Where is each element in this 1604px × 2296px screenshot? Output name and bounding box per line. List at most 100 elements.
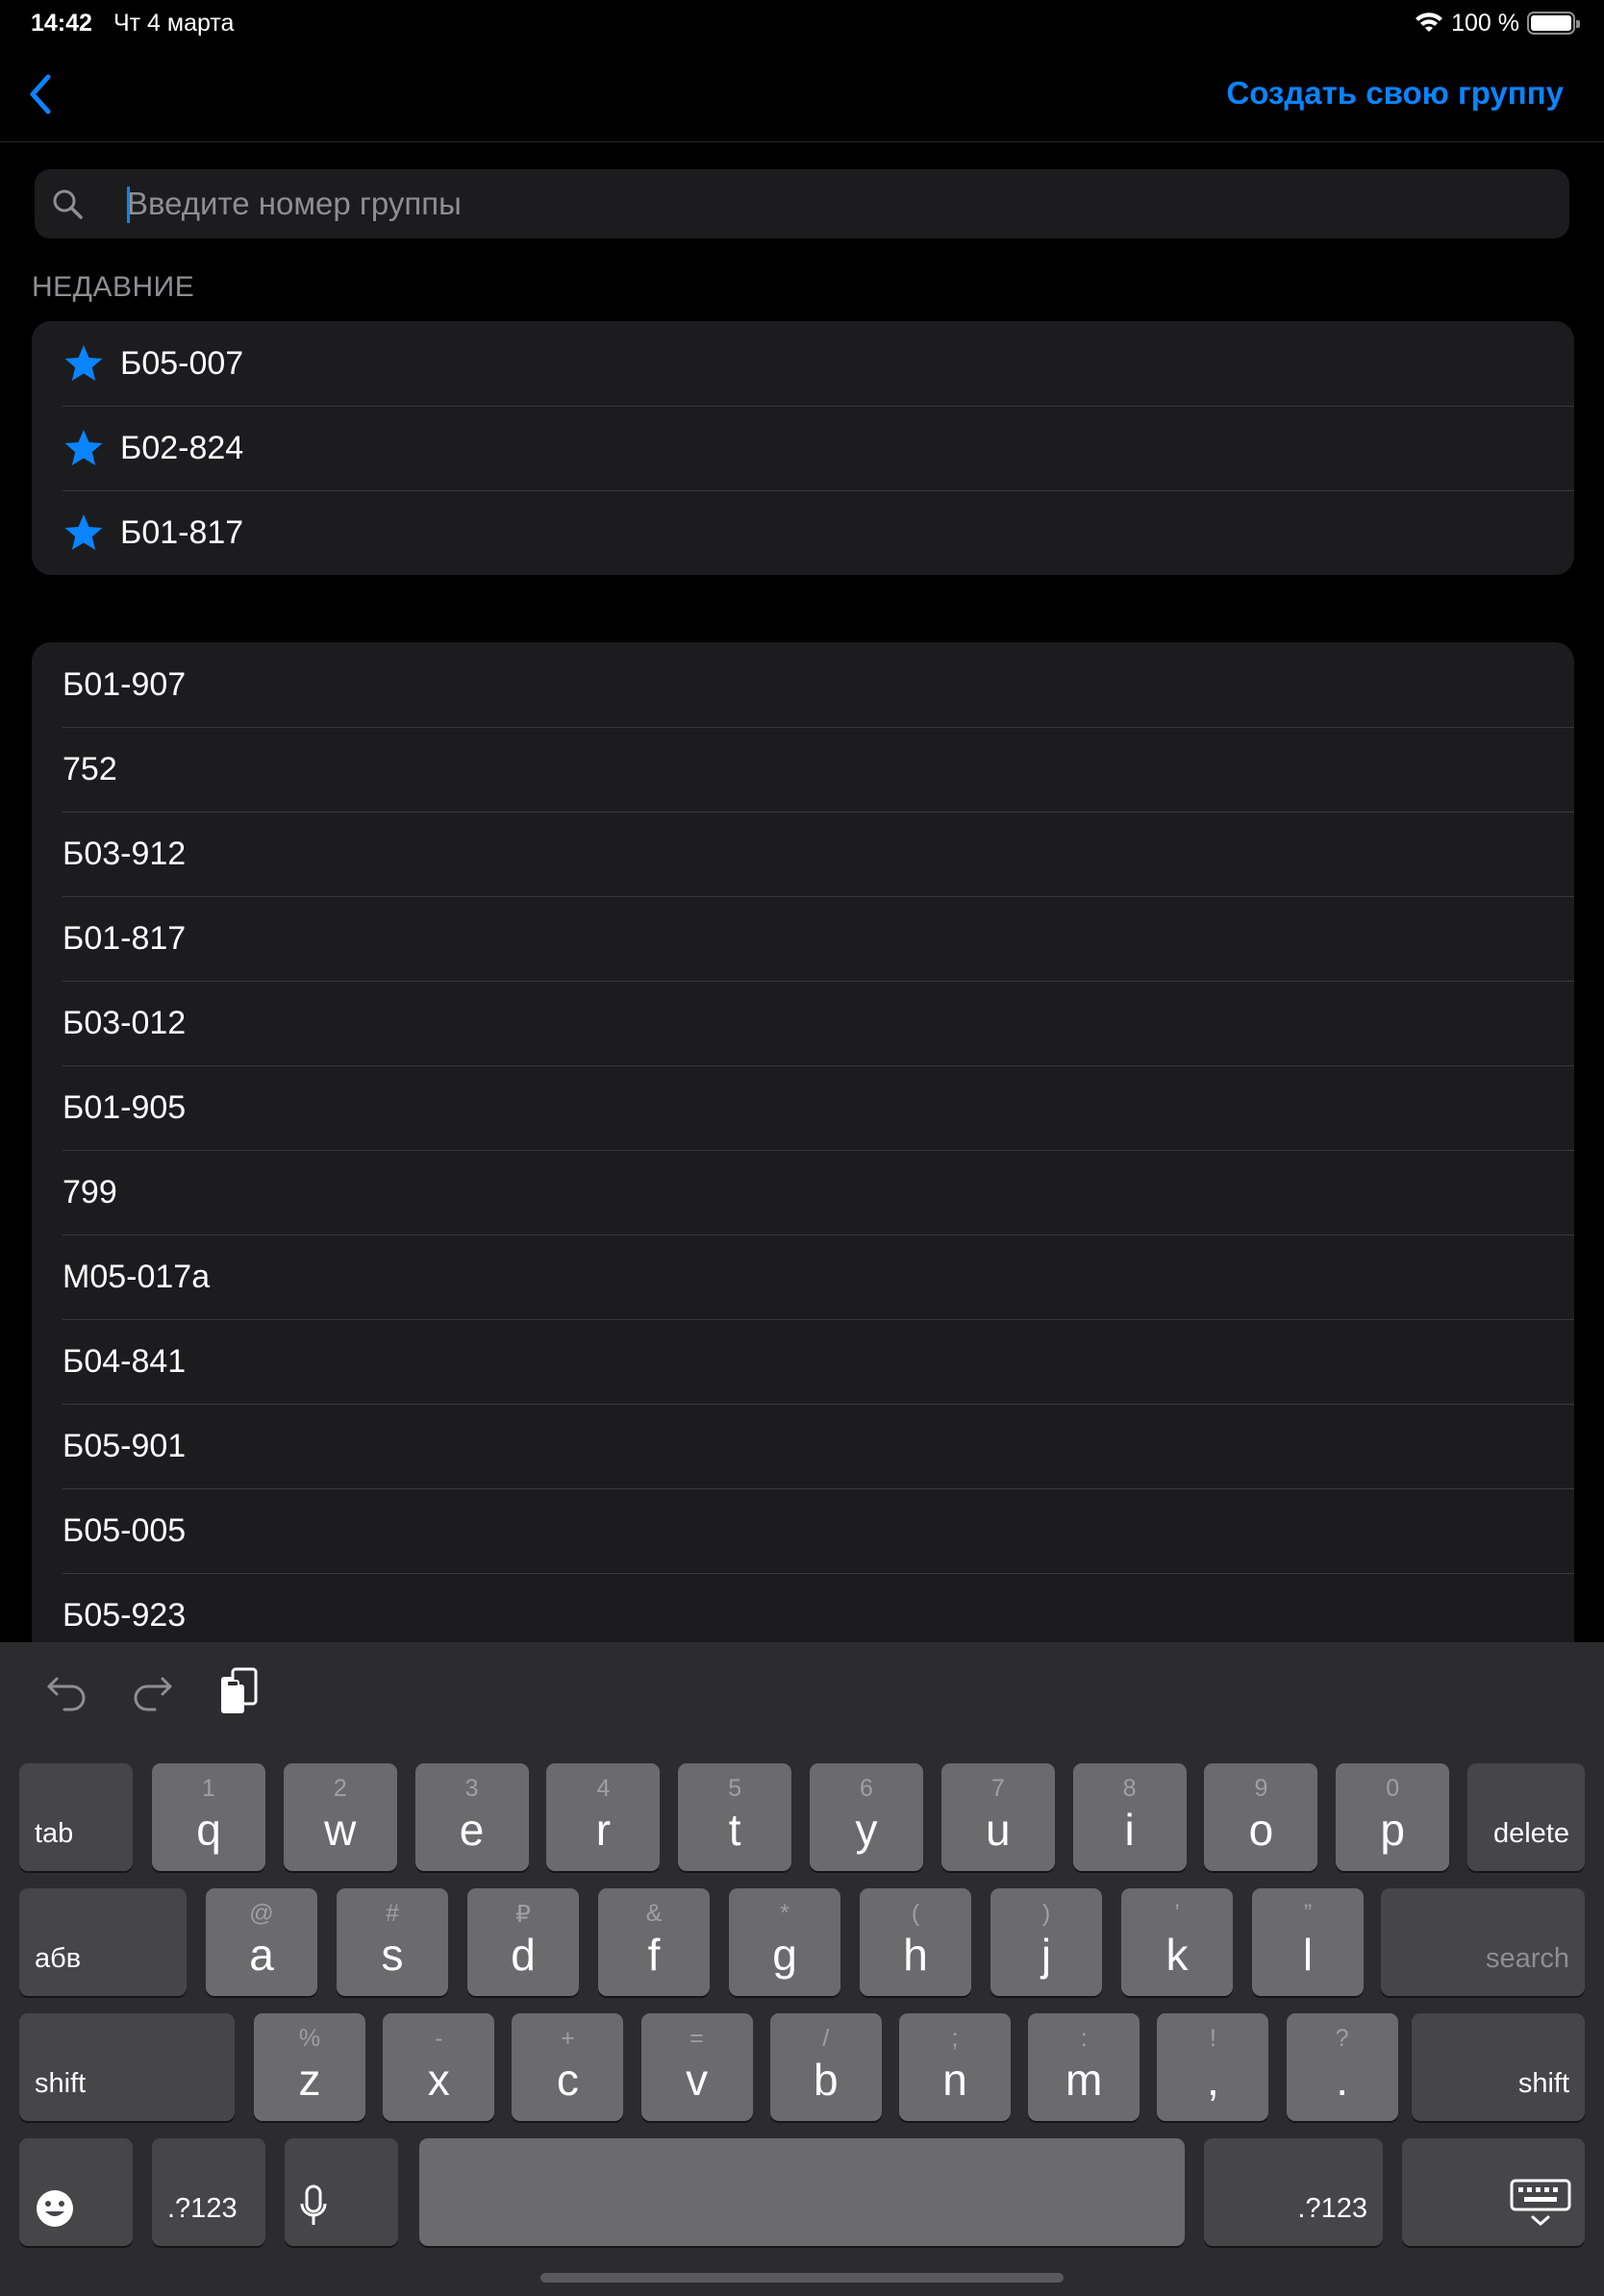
back-button[interactable] bbox=[21, 71, 60, 117]
key-h[interactable]: (h bbox=[860, 1888, 971, 1996]
group-item-label: Б03-012 bbox=[63, 1004, 187, 1041]
group-item[interactable]: Б01-905 bbox=[32, 1065, 1574, 1150]
numbers-key-right-label: .?123 bbox=[1297, 2193, 1367, 2224]
key-w[interactable]: 2w bbox=[283, 1763, 397, 1871]
key-p[interactable]: 0p bbox=[1336, 1763, 1450, 1871]
tab-key[interactable]: tab bbox=[19, 1763, 133, 1871]
group-item[interactable]: 752 bbox=[32, 727, 1574, 811]
star-icon bbox=[64, 514, 103, 550]
shift-key-left[interactable]: shift bbox=[19, 2013, 235, 2121]
key-b[interactable]: / b bbox=[769, 2013, 882, 2121]
shift-key-left-label: shift bbox=[35, 2068, 87, 2099]
dictation-key[interactable] bbox=[285, 2138, 398, 2246]
group-item[interactable]: Б05-005 bbox=[32, 1488, 1574, 1573]
search-input[interactable] bbox=[127, 183, 1550, 225]
key-primary: z bbox=[298, 2055, 321, 2105]
key-primary: e bbox=[459, 1805, 485, 1855]
group-item[interactable]: 799 bbox=[32, 1150, 1574, 1235]
key-c[interactable]: + c bbox=[512, 2013, 624, 2121]
group-item-label: Б04-841 bbox=[63, 1342, 187, 1380]
key-primary: o bbox=[1248, 1805, 1274, 1855]
key-z[interactable]: % z bbox=[254, 2013, 365, 2121]
key-i[interactable]: 8i bbox=[1072, 1763, 1187, 1871]
key-d[interactable]: ₽ d bbox=[467, 1888, 579, 1996]
key-secondary: 2 bbox=[333, 1775, 347, 1802]
search-bar[interactable] bbox=[35, 169, 1569, 238]
key-secondary: ’ bbox=[1174, 1900, 1180, 1927]
key-s[interactable]: # s bbox=[337, 1888, 448, 1996]
key-v[interactable]: = v bbox=[640, 2013, 753, 2121]
key-q[interactable]: 1q bbox=[152, 1763, 265, 1871]
key-m[interactable]: :m bbox=[1028, 2013, 1140, 2121]
create-group-button[interactable]: Создать свою группу bbox=[1226, 75, 1564, 112]
key-u[interactable]: 7u bbox=[940, 1763, 1055, 1871]
key-a[interactable]: @ a bbox=[206, 1888, 317, 1996]
key-secondary: ; bbox=[951, 2025, 959, 2052]
recent-item[interactable]: Б01-817 bbox=[32, 490, 1574, 575]
key-r[interactable]: 4r bbox=[546, 1763, 661, 1871]
key-t[interactable]: 5t bbox=[678, 1763, 792, 1871]
group-item[interactable]: Б04-841 bbox=[32, 1319, 1574, 1404]
group-item-label: Б03-912 bbox=[63, 835, 187, 872]
key-primary: c bbox=[556, 2055, 579, 2105]
tab-key-label: tab bbox=[35, 1818, 74, 1849]
key-primary: y bbox=[855, 1805, 878, 1855]
key-secondary: 6 bbox=[860, 1775, 873, 1802]
star-icon bbox=[64, 345, 103, 381]
key-y[interactable]: 6y bbox=[810, 1763, 923, 1871]
group-list: Б01-907 752 Б03-912 Б01-817 Б03-012 Б01-905 79… bbox=[32, 642, 1574, 1700]
key-.[interactable]: ?. bbox=[1286, 2013, 1398, 2121]
key-primary: w bbox=[324, 1805, 357, 1855]
group-item-label: Б05-901 bbox=[63, 1427, 187, 1464]
keyboard: tab 1 q 2 w 3 e 4 r 5 t 6 y 7 u 8 i 9 o 0 p delete абв @ a # s ₽ d & f… bbox=[0, 1642, 1604, 2296]
group-item[interactable]: Б01-907 bbox=[32, 642, 1574, 727]
search-key[interactable]: search bbox=[1381, 1888, 1585, 1996]
key-primary: g bbox=[772, 1930, 797, 1980]
shift-key-right[interactable]: shift bbox=[1412, 2013, 1585, 2121]
recent-item-label: Б01-817 bbox=[120, 513, 244, 551]
key-primary: b bbox=[814, 2055, 839, 2105]
key-f[interactable]: & f bbox=[598, 1888, 710, 1996]
key-e[interactable]: 3e bbox=[414, 1763, 529, 1871]
group-item[interactable]: М05-017а bbox=[32, 1235, 1574, 1319]
undo-button[interactable] bbox=[42, 1667, 92, 1717]
emoji-key[interactable] bbox=[19, 2138, 133, 2246]
redo-button[interactable] bbox=[127, 1667, 177, 1717]
space-key[interactable] bbox=[419, 2138, 1185, 2246]
key-secondary: 7 bbox=[990, 1775, 1005, 1802]
delete-key[interactable]: delete bbox=[1467, 1763, 1585, 1871]
key-x[interactable]: -x bbox=[383, 2013, 495, 2121]
group-item[interactable]: Б03-912 bbox=[32, 811, 1574, 896]
dismiss-keyboard-key[interactable] bbox=[1402, 2138, 1585, 2246]
text-caret bbox=[127, 187, 130, 223]
key-o[interactable]: 9o bbox=[1204, 1763, 1318, 1871]
group-item[interactable]: Б05-901 bbox=[32, 1404, 1574, 1488]
key-primary: n bbox=[942, 2055, 967, 2105]
key-secondary: ₽ bbox=[515, 1901, 531, 1928]
key-primary: . bbox=[1336, 2055, 1348, 2105]
numbers-key-left[interactable]: .?123 bbox=[152, 2138, 265, 2246]
shift-key-right-label: shift bbox=[1517, 2068, 1569, 2099]
key-secondary: 5 bbox=[728, 1775, 742, 1802]
key-primary: r bbox=[595, 1805, 612, 1855]
key-n[interactable]: ; n bbox=[899, 2013, 1011, 2121]
key-primary: j bbox=[1040, 1930, 1052, 1980]
key-k[interactable]: ’ k bbox=[1121, 1888, 1233, 1996]
key-secondary: 8 bbox=[1122, 1775, 1137, 1802]
recent-item[interactable]: Б05-007 bbox=[32, 321, 1574, 406]
key-j[interactable]: ) j bbox=[990, 1888, 1102, 1996]
key-l[interactable]: ” l bbox=[1252, 1888, 1364, 1996]
group-item[interactable]: Б01-817 bbox=[32, 896, 1574, 981]
key-g[interactable]: * g bbox=[729, 1888, 840, 1996]
recent-item-label: Б02-824 bbox=[120, 429, 244, 466]
group-item-label: М05-017а bbox=[63, 1258, 211, 1295]
paste-button[interactable] bbox=[213, 1667, 263, 1717]
key-secondary: ( bbox=[911, 1900, 920, 1927]
key-secondary: ! bbox=[1209, 2025, 1216, 2052]
group-item-label: Б01-907 bbox=[63, 665, 187, 703]
language-key[interactable]: абв bbox=[19, 1888, 187, 1996]
group-item[interactable]: Б03-012 bbox=[32, 981, 1574, 1065]
key-,[interactable]: !, bbox=[1157, 2013, 1269, 2121]
recent-item[interactable]: Б02-824 bbox=[32, 406, 1574, 490]
numbers-key-right[interactable]: .?123 bbox=[1204, 2138, 1383, 2246]
